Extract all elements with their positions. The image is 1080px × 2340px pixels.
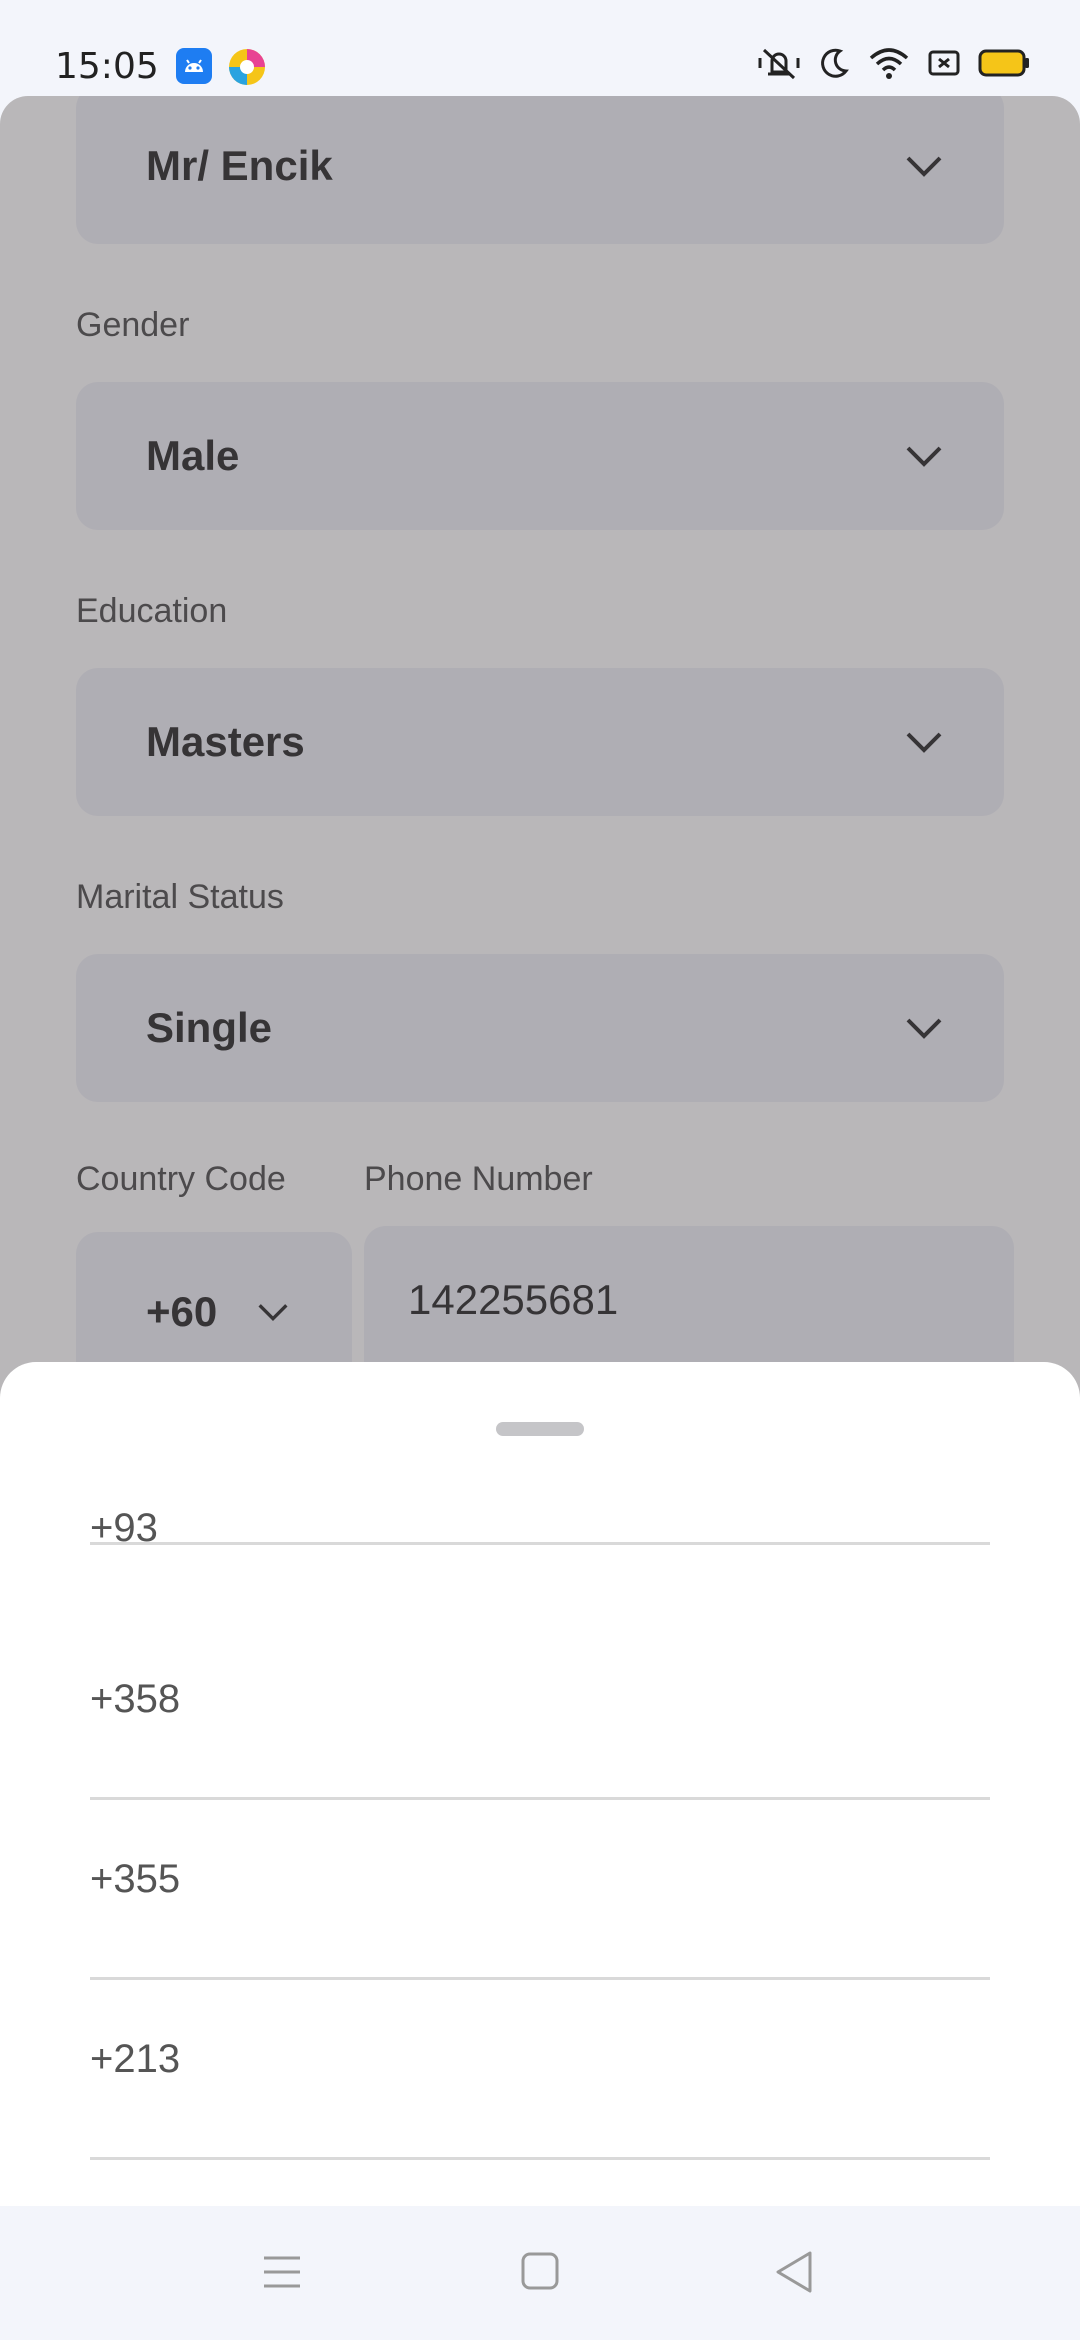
vibrate-icon: [756, 46, 802, 85]
status-bar: 15:05: [0, 0, 1080, 96]
menu-icon[interactable]: [262, 2254, 302, 2295]
country-code-option-label: +355: [90, 1857, 181, 1901]
country-code-option-label: +358: [90, 1677, 181, 1721]
back-icon[interactable]: [774, 2250, 814, 2299]
country-code-option-label: +213: [90, 2037, 181, 2081]
status-time: 15:05: [55, 46, 159, 87]
country-code-sheet: +93 +358 +355 +213: [0, 1362, 1080, 2206]
country-code-option[interactable]: +93: [90, 1362, 990, 1550]
country-code-option[interactable]: +358: [90, 1617, 990, 1800]
battery-icon: [978, 48, 1030, 83]
home-icon[interactable]: [521, 2252, 559, 2295]
android-app-icon: [176, 48, 212, 84]
browser-app-icon: [228, 48, 265, 85]
country-code-option[interactable]: +213: [90, 1977, 990, 2160]
battery-saver-icon: [928, 49, 960, 82]
country-code-option[interactable]: +355: [90, 1797, 990, 1980]
wifi-icon: [868, 46, 910, 85]
status-icons: [756, 46, 1030, 85]
moon-icon: [820, 47, 850, 84]
country-code-option-label: +93: [90, 1506, 158, 1550]
system-navigation-bar: [0, 2206, 1080, 2340]
